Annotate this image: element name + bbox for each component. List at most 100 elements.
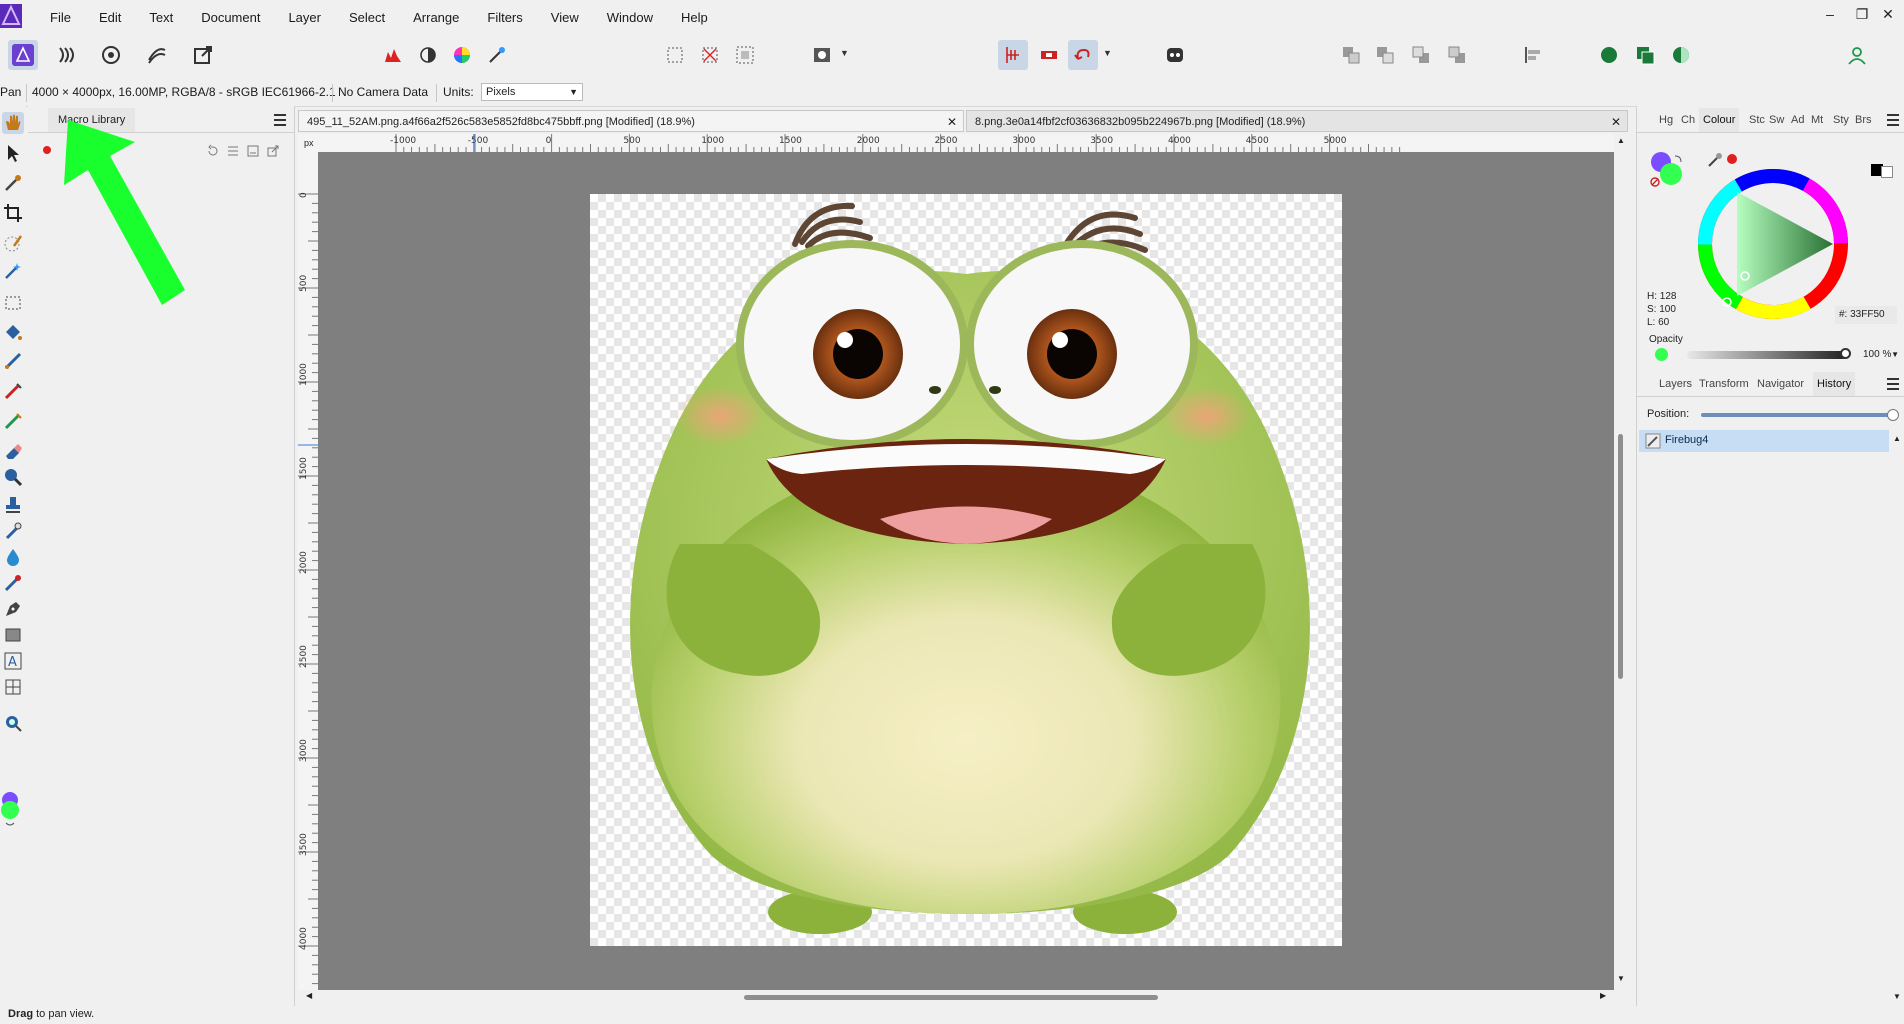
quick-mask-button[interactable] — [807, 40, 837, 70]
menu-arrange[interactable]: Arrange — [399, 10, 473, 25]
view-tool[interactable] — [2, 112, 24, 134]
mesh-warp-tool[interactable] — [2, 676, 24, 698]
flood-select-tool[interactable] — [2, 260, 24, 282]
select-all-button[interactable] — [660, 40, 690, 70]
horizontal-ruler[interactable]: -1000 -500 0 500 1000 1500 2000 2500 3000 3500 400… — [318, 134, 1614, 153]
smudge-brush-tool[interactable] — [2, 520, 24, 542]
scroll-up-icon[interactable]: ▲ — [1617, 136, 1625, 145]
crop-tool[interactable] — [2, 202, 24, 224]
tab-stock[interactable]: Stc — [1749, 108, 1765, 132]
selection-brush-tool[interactable] — [2, 232, 24, 254]
boolean-add-button[interactable] — [1594, 40, 1624, 70]
pen-tool[interactable] — [2, 598, 24, 620]
menu-file[interactable]: File — [36, 10, 85, 25]
units-select[interactable]: Pixels ▼ — [481, 83, 583, 101]
affinity-photo-logo[interactable] — [0, 4, 22, 28]
vertical-scroll-thumb[interactable] — [1618, 434, 1623, 679]
horizontal-scrollbar[interactable]: ◀ ▶ — [298, 990, 1614, 1004]
tab-styles[interactable]: Sty — [1833, 108, 1849, 132]
auto-colour-button[interactable] — [447, 40, 477, 70]
close-icon[interactable]: ✕ — [1611, 111, 1621, 131]
liquify-persona-button[interactable] — [52, 40, 82, 70]
tab-colour[interactable]: Colour — [1699, 108, 1740, 132]
colour-swatches[interactable] — [0, 792, 24, 828]
pixel-tool[interactable] — [2, 410, 24, 432]
auto-white-balance-button[interactable] — [482, 40, 512, 70]
move-tool[interactable] — [2, 142, 24, 164]
scroll-down-icon[interactable]: ▼ — [1617, 974, 1625, 983]
menu-layer[interactable]: Layer — [274, 10, 335, 25]
panel-menu-icon[interactable] — [274, 114, 286, 129]
menu-document[interactable]: Document — [187, 10, 274, 25]
dodge-brush-tool[interactable] — [2, 466, 24, 488]
invert-selection-button[interactable] — [730, 40, 760, 70]
chevron-down-icon[interactable]: ▼ — [840, 48, 849, 58]
restore-icon[interactable]: ❐ — [1848, 6, 1876, 26]
gradient-tool[interactable] — [2, 350, 24, 372]
snapping-button[interactable] — [998, 40, 1028, 70]
panel-menu-icon[interactable] — [1887, 114, 1899, 129]
tab-navigator[interactable]: Navigator — [1757, 372, 1804, 396]
eyedropper-icon[interactable] — [1707, 152, 1723, 168]
force-pixel-alignment-button[interactable] — [1034, 40, 1064, 70]
export-persona-button[interactable] — [188, 40, 218, 70]
develop-persona-button[interactable] — [96, 40, 126, 70]
tab-macros[interactable]: Mt — [1811, 108, 1823, 132]
opacity-slider-handle[interactable] — [1840, 348, 1851, 359]
blur-brush-tool[interactable] — [2, 546, 24, 568]
alignment-button[interactable] — [1518, 40, 1548, 70]
undo-redo-button[interactable] — [1068, 40, 1098, 70]
boolean-intersect-button[interactable] — [1666, 40, 1696, 70]
tab-adjustments[interactable]: Ad — [1791, 108, 1804, 132]
add-to-library-icon[interactable] — [246, 144, 260, 158]
menu-edit[interactable]: Edit — [85, 10, 135, 25]
undo-icon[interactable] — [206, 144, 220, 158]
artistic-text-tool[interactable]: A — [2, 650, 24, 672]
minimize-icon[interactable]: – — [1816, 6, 1844, 26]
canvas-area[interactable] — [318, 152, 1614, 990]
vertical-ruler[interactable]: 0 500 1000 1500 2000 2500 3000 3500 4000 — [298, 152, 319, 990]
menu-select[interactable]: Select — [335, 10, 399, 25]
colour-wheel[interactable] — [1697, 168, 1849, 320]
document-canvas[interactable] — [590, 194, 1342, 946]
tab-transform[interactable]: Transform — [1699, 372, 1749, 396]
close-icon[interactable]: ✕ — [947, 111, 957, 131]
account-button[interactable] — [1842, 40, 1872, 70]
levels-button[interactable] — [378, 40, 408, 70]
zoom-tool[interactable] — [2, 712, 24, 734]
scroll-left-icon[interactable]: ◀ — [306, 991, 312, 1000]
fill-stroke-swatches[interactable] — [1647, 150, 1687, 192]
menu-help[interactable]: Help — [667, 10, 722, 25]
menu-window[interactable]: Window — [593, 10, 667, 25]
history-item[interactable]: Firebug4 — [1639, 430, 1889, 452]
erase-brush-tool[interactable] — [2, 440, 24, 462]
tab-history[interactable]: History — [1813, 372, 1856, 396]
hex-input[interactable]: #: 33FF50 — [1835, 306, 1897, 324]
horizontal-scroll-thumb[interactable] — [744, 995, 1158, 1000]
opacity-slider[interactable] — [1687, 351, 1847, 359]
opacity-value-field[interactable]: 100 % ▼ — [1861, 346, 1901, 364]
chevron-down-icon[interactable]: ▼ — [1103, 48, 1112, 58]
scroll-down-icon[interactable]: ▼ — [1893, 992, 1901, 1001]
tab-channels[interactable]: Ch — [1681, 108, 1695, 132]
vertical-scrollbar[interactable]: ▲ ▼ — [1614, 134, 1628, 990]
scroll-right-icon[interactable]: ▶ — [1600, 991, 1606, 1000]
paint-brush-tool[interactable] — [2, 380, 24, 402]
macro-list-icon[interactable] — [226, 144, 240, 158]
document-tab-1[interactable]: 495_11_52AM.png.a4f66a2f526c583e5852fd8b… — [298, 110, 964, 132]
clone-brush-tool[interactable] — [2, 494, 24, 516]
move-to-front-button[interactable] — [1442, 40, 1472, 70]
move-to-back-button[interactable] — [1336, 40, 1366, 70]
tab-histogram[interactable]: Hg — [1659, 108, 1673, 132]
photo-persona-button[interactable] — [8, 40, 38, 70]
panel-menu-icon[interactable] — [1887, 378, 1899, 393]
history-position-slider[interactable] — [1701, 413, 1891, 417]
boolean-subtract-button[interactable] — [1630, 40, 1660, 70]
menu-filters[interactable]: Filters — [473, 10, 536, 25]
history-position-handle[interactable] — [1887, 409, 1899, 421]
rectangle-tool[interactable] — [2, 624, 24, 646]
picked-colour-swatch[interactable] — [1727, 154, 1737, 164]
tab-swatches[interactable]: Sw — [1769, 108, 1784, 132]
tab-brushes[interactable]: Brs — [1855, 108, 1872, 132]
auto-contrast-button[interactable] — [413, 40, 443, 70]
